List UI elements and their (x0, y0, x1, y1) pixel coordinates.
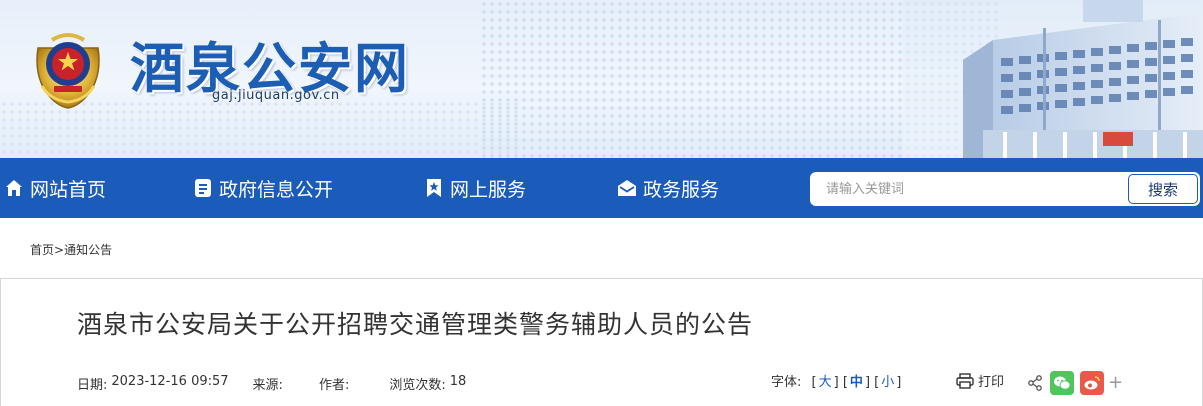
site-url: gaj.jiuquan.gov.cn (212, 88, 340, 103)
bookmark-star-icon (424, 178, 444, 198)
nav-item-label: 政府信息公开 (219, 178, 334, 201)
font-size-medium[interactable]: 中 (848, 375, 865, 390)
font-size-switcher: 字体: [大] [中] [小] (771, 375, 902, 390)
nav-item-label: 网站首页 (30, 178, 107, 201)
views-count: 18 (449, 374, 467, 389)
nav-item-label: 政务服务 (643, 178, 720, 201)
nav-item-label: 网上服务 (450, 178, 527, 201)
search-input[interactable] (810, 172, 1128, 206)
font-size-large[interactable]: 大 (817, 375, 834, 390)
mail-icon (617, 178, 637, 198)
police-emblem-logo (36, 33, 100, 109)
search-box: 搜索 (810, 172, 1200, 206)
weibo-icon[interactable] (1080, 371, 1104, 395)
author-label: 作者: (318, 378, 350, 393)
nav-item-gov-service[interactable]: 政务服务 (617, 158, 719, 218)
breadcrumb-separator: > (54, 243, 65, 257)
document-icon (193, 178, 213, 198)
print-button[interactable]: 打印 (956, 371, 1004, 390)
article-panel: 酒泉市公安局关于公开招聘交通管理类警务辅助人员的公告 日期: 2023-12-1… (0, 278, 1203, 406)
views-label: 浏览次数: (389, 378, 446, 393)
header-banner: 酒泉公安网 gaj.jiuquan.gov.cn (0, 0, 1203, 158)
home-icon (4, 178, 24, 198)
share-icon[interactable] (1026, 371, 1044, 395)
share-more-button[interactable]: + (1108, 374, 1123, 392)
wechat-icon[interactable] (1050, 371, 1074, 395)
nav-item-gov-info[interactable]: 政府信息公开 (193, 158, 333, 218)
article-title: 酒泉市公安局关于公开招聘交通管理类警务辅助人员的公告 (77, 310, 754, 339)
font-size-label: 字体: (771, 375, 802, 390)
share-bar: + (1026, 371, 1123, 395)
font-size-small[interactable]: 小 (879, 375, 896, 390)
search-button[interactable]: 搜索 (1128, 174, 1198, 204)
date-value: 2023-12-16 09:57 (111, 374, 229, 389)
source-label: 来源: (252, 378, 283, 393)
printer-icon (956, 372, 974, 389)
breadcrumb-home-link[interactable]: 首页 (30, 243, 54, 257)
nav-item-home[interactable]: 网站首页 (4, 158, 106, 218)
main-nav: 网站首页 政府信息公开 网上服务 政务服务 搜索 (0, 158, 1203, 218)
breadcrumb: 首页>通知公告 (30, 241, 112, 258)
print-label: 打印 (978, 375, 1005, 390)
breadcrumb-current-link[interactable]: 通知公告 (64, 243, 112, 257)
article-meta: 日期: 2023-12-16 09:57 来源: 作者: 浏览次数: 18 (77, 374, 466, 393)
building-illustration (903, 0, 1203, 158)
date-label: 日期: (77, 378, 108, 393)
nav-item-online-service[interactable]: 网上服务 (424, 158, 526, 218)
